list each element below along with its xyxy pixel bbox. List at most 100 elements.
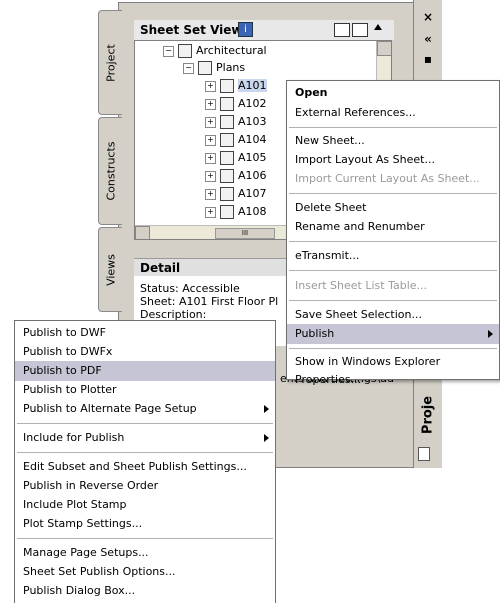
detail-status: Status: Accessible [140,282,240,295]
menu-item-publish[interactable]: Publish [287,324,499,344]
tree-node-label: A105 [238,151,267,164]
tab-project[interactable]: Project [98,10,122,115]
menu-item-import-layout[interactable]: Import Layout As Sheet... [287,150,499,170]
tree-node-a102[interactable]: + A102 [205,95,267,112]
menu-item-publish-alternate[interactable]: Publish to Alternate Page Setup [15,399,275,419]
menu-item-publish-pdf[interactable]: Publish to PDF [15,361,275,381]
menu-item-sheet-set-publish-options[interactable]: Sheet Set Publish Options... [15,562,275,582]
menu-item-open[interactable]: Open [287,83,499,103]
expand-icon[interactable]: + [205,116,216,128]
tree-node-plans[interactable]: − Plans [183,59,245,76]
menu-separator [289,300,497,301]
tree-node-a103[interactable]: + A103 [205,113,267,130]
detail-title: Detail [140,261,181,275]
tree-node-architectural[interactable]: − Architectural [163,42,267,59]
scroll-left-icon[interactable] [135,226,150,239]
tree-node-a104[interactable]: + A104 [205,131,267,148]
menu-item-save-sheet-selection[interactable]: Save Sheet Selection... [287,305,499,325]
expand-icon[interactable]: + [205,170,216,182]
menu-item-manage-page-setups[interactable]: Manage Page Setups... [15,543,275,563]
sheet-icon [220,133,234,147]
subset-icon [198,61,212,75]
tree-node-label: Architectural [196,44,267,57]
detail-sheet: Sheet: A101 First Floor Pl [140,295,279,308]
scroll-up-icon[interactable] [377,41,391,56]
menu-separator [17,538,273,539]
menu-item-include-for-publish[interactable]: Include for Publish [15,428,275,448]
expand-icon[interactable]: + [205,98,216,110]
tab-views[interactable]: Views [98,227,122,312]
tree-node-label: A101 [238,79,267,92]
sheet-icon [220,115,234,129]
menu-item-show-in-explorer[interactable]: Show in Windows Explorer [287,353,499,371]
scroll-thumb[interactable]: III [215,228,275,239]
menu-item-properties[interactable]: Properties... [287,371,499,386]
menu-item-import-current-layout: Import Current Layout As Sheet... [295,172,480,185]
properties-icon[interactable]: ▪ [420,52,436,66]
palette-title-label: Proje [420,395,436,435]
palette-corner-icon[interactable] [418,447,430,461]
tree-node-label: A104 [238,133,267,146]
menu-item-publish-label: Publish [295,327,335,340]
tab-views-label: Views [104,253,117,286]
menu-separator [17,452,273,453]
tab-constructs-label: Constructs [104,141,117,201]
menu-item-publish-alternate-label: Publish to Alternate Page Setup [23,402,197,415]
menu-item-delete-sheet[interactable]: Delete Sheet [287,198,499,218]
sheet-icon [220,151,234,165]
menu-item-publish-dwf[interactable]: Publish to DWF [15,323,275,343]
menu-item-include-for-publish-label: Include for Publish [23,431,125,444]
sheet-set-icon[interactable] [334,23,350,37]
publish-submenu: Publish to DWF Publish to DWFx Publish t… [14,320,276,603]
submenu-arrow-icon [264,434,269,442]
expand-icon[interactable]: + [205,134,216,146]
collapse-icon[interactable]: − [183,62,194,74]
tree-node-a101[interactable]: + A101 [205,77,267,94]
tree-node-label: A103 [238,115,267,128]
menu-item-publish-reverse[interactable]: Publish in Reverse Order [15,476,275,496]
expand-icon[interactable]: + [205,188,216,200]
tree-node-a105[interactable]: + A105 [205,149,267,166]
tree-node-label: A108 [238,205,267,218]
menu-item-include-plot-stamp[interactable]: Include Plot Stamp [15,495,275,515]
sheet-icon [220,187,234,201]
menu-item-publish-dwfx[interactable]: Publish to DWFx [15,342,275,362]
header-up-icon[interactable] [374,24,382,30]
close-icon[interactable]: × [420,10,436,24]
expand-icon[interactable]: + [205,206,216,218]
auto-hide-icon[interactable]: « [420,32,436,46]
menu-item-edit-subset-settings[interactable]: Edit Subset and Sheet Publish Settings..… [15,457,275,477]
menu-item-insert-sheet-list: Insert Sheet List Table... [295,279,428,292]
menu-item-new-sheet[interactable]: New Sheet... [287,131,499,151]
sheet-icon [220,169,234,183]
menu-item-plot-stamp-settings[interactable]: Plot Stamp Settings... [15,514,275,534]
sheet-set-view-title: Sheet Set View [140,23,243,37]
sheet-icon [220,205,234,219]
menu-item-external-references[interactable]: External References... [287,103,499,123]
tree-node-label: A107 [238,187,267,200]
scroll-grip: III [241,229,249,237]
detail-header: Detail [134,258,304,277]
expand-icon[interactable]: + [205,152,216,164]
info-icon[interactable]: i [238,22,253,37]
menu-item-publish-plotter[interactable]: Publish to Plotter [15,380,275,400]
subset-icon [178,44,192,58]
menu-separator [289,127,497,128]
tree-node-label: Plans [216,61,246,74]
menu-item-publish-dialog[interactable]: Publish Dialog Box... [15,581,275,601]
tab-project-label: Project [104,43,117,82]
tree-node-a107[interactable]: + A107 [205,185,267,202]
tree-node-label: A106 [238,169,267,182]
tree-node-label: A102 [238,97,267,110]
menu-separator [17,423,273,424]
menu-item-rename-renumber[interactable]: Rename and Renumber [287,217,499,237]
sheet-set-view-header: Sheet Set View i [134,20,394,40]
window-icon[interactable] [352,23,368,37]
expand-icon[interactable]: + [205,80,216,92]
collapse-icon[interactable]: − [163,45,174,57]
tab-constructs[interactable]: Constructs [98,117,122,225]
menu-item-etransmit[interactable]: eTransmit... [287,246,499,266]
menu-separator [289,348,497,349]
tree-node-a106[interactable]: + A106 [205,167,267,184]
tree-node-a108[interactable]: + A108 [205,203,267,220]
